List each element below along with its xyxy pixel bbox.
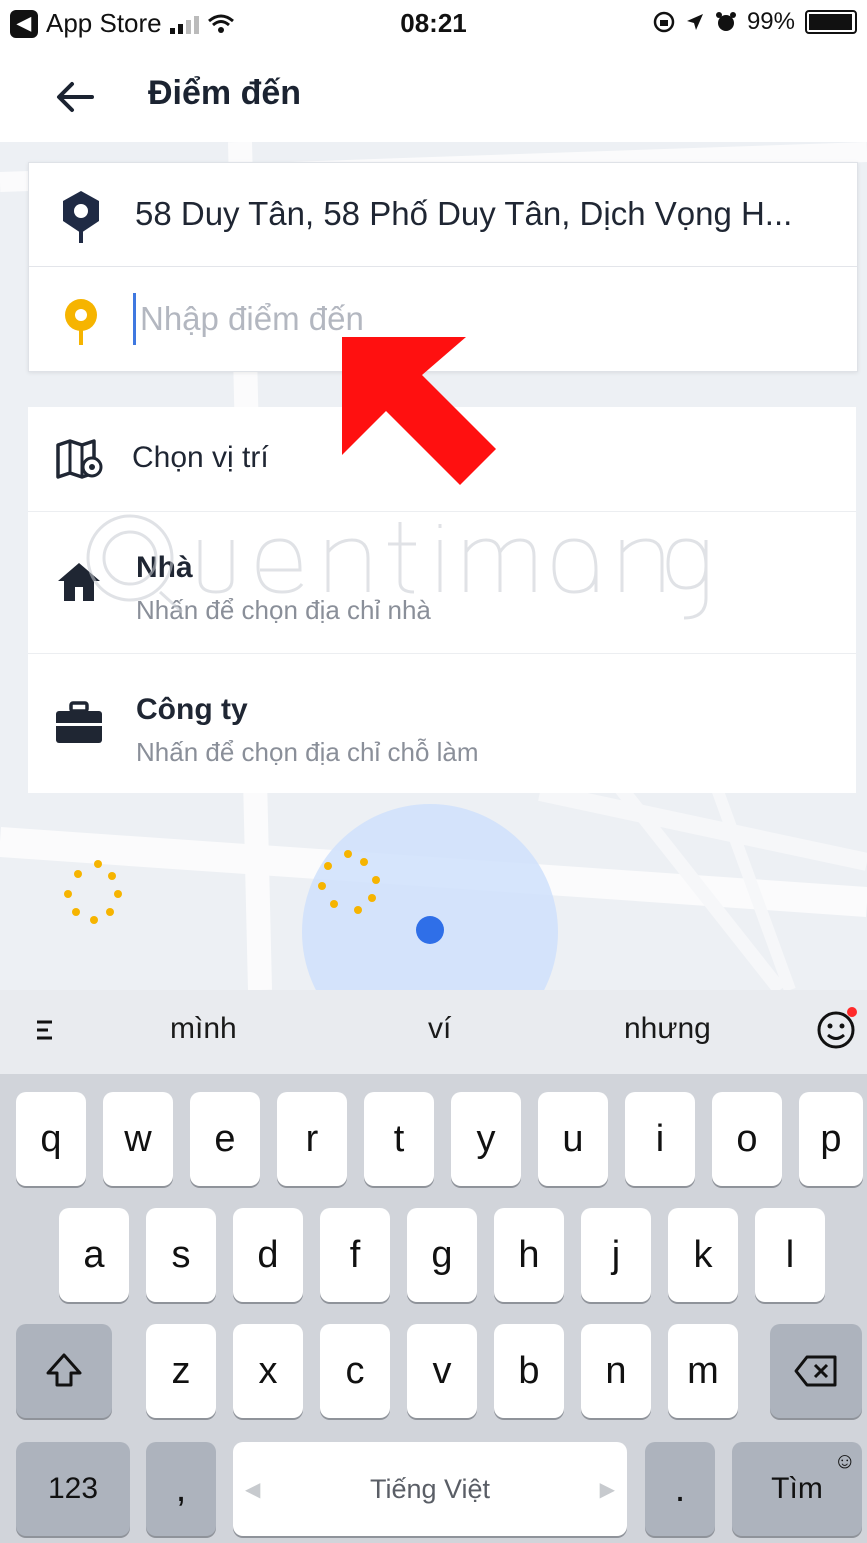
keyboard: mình ví nhưng q w e r t y u i o p a s d …	[0, 990, 867, 1543]
suggestion-bar: mình ví nhưng	[0, 990, 867, 1074]
suggestion-1[interactable]: mình	[170, 1012, 237, 1046]
key-p[interactable]: p	[799, 1092, 863, 1186]
key-a[interactable]: a	[59, 1208, 129, 1302]
status-right: 99%	[653, 8, 857, 36]
shift-key[interactable]	[16, 1324, 112, 1418]
choose-on-map-label: Chọn vị trí	[132, 441, 269, 474]
period-key[interactable]: .	[645, 1442, 715, 1536]
origin-row[interactable]: 58 Duy Tân, 58 Phố Duy Tân, Dịch Vọng H.…	[29, 163, 857, 267]
key-h[interactable]: h	[494, 1208, 564, 1302]
home-item[interactable]: Nhà Nhấn để chọn địa chỉ nhà	[28, 511, 856, 654]
key-y[interactable]: y	[451, 1092, 521, 1186]
current-location-dot	[416, 916, 444, 944]
search-return-key[interactable]: Tìm ☺	[732, 1442, 862, 1536]
emoji-icon[interactable]	[814, 1006, 858, 1050]
key-b[interactable]: b	[494, 1324, 564, 1418]
key-n[interactable]: n	[581, 1324, 651, 1418]
key-w[interactable]: w	[103, 1092, 173, 1186]
space-key[interactable]: ◀ Tiếng Việt ▶	[233, 1442, 627, 1536]
backspace-icon	[794, 1355, 837, 1387]
return-label: Tìm	[771, 1472, 823, 1505]
home-title: Nhà	[136, 551, 193, 584]
work-subtitle: Nhấn để chọn địa chỉ chỗ làm	[136, 737, 479, 767]
key-x[interactable]: x	[233, 1324, 303, 1418]
menu-icon[interactable]	[34, 1016, 62, 1044]
alarm-icon	[715, 12, 736, 31]
key-f[interactable]: f	[320, 1208, 390, 1302]
key-z[interactable]: z	[146, 1324, 216, 1418]
arrow-left-icon[interactable]	[50, 72, 100, 122]
key-v[interactable]: v	[407, 1324, 477, 1418]
key-k[interactable]: k	[668, 1208, 738, 1302]
briefcase-icon	[56, 701, 102, 743]
comma-key[interactable]: ,	[146, 1442, 216, 1536]
key-d[interactable]: d	[233, 1208, 303, 1302]
battery-percent: 99%	[746, 8, 795, 35]
key-c[interactable]: c	[320, 1324, 390, 1418]
key-g[interactable]: g	[407, 1208, 477, 1302]
work-title: Công ty	[136, 693, 248, 726]
key-e[interactable]: e	[190, 1092, 260, 1186]
key-u[interactable]: u	[538, 1092, 608, 1186]
key-i[interactable]: i	[625, 1092, 695, 1186]
home-icon	[58, 563, 100, 601]
home-subtitle: Nhấn để chọn địa chỉ nhà	[136, 595, 431, 625]
key-q[interactable]: q	[16, 1092, 86, 1186]
key-r[interactable]: r	[277, 1092, 347, 1186]
origin-address: 58 Duy Tân, 58 Phố Duy Tân, Dịch Vọng H.…	[135, 195, 793, 232]
red-arrow-annotation	[342, 337, 496, 485]
top-app-bar: Điểm đến	[0, 50, 867, 143]
suggestion-2[interactable]: ví	[428, 1012, 451, 1046]
battery-icon	[805, 10, 857, 34]
key-o[interactable]: o	[712, 1092, 782, 1186]
suggestion-3[interactable]: nhưng	[624, 1012, 711, 1046]
page-title: Điểm đến	[148, 74, 302, 112]
backspace-key[interactable]	[770, 1324, 862, 1418]
key-j[interactable]: j	[581, 1208, 651, 1302]
key-l[interactable]: l	[755, 1208, 825, 1302]
space-right-arrow-icon: ▶	[599, 1478, 615, 1501]
space-left-arrow-icon: ◀	[245, 1478, 261, 1501]
numbers-key[interactable]: 123	[16, 1442, 130, 1536]
key-t[interactable]: t	[364, 1092, 434, 1186]
space-label: Tiếng Việt	[369, 1473, 491, 1504]
map-pin-icon	[56, 439, 103, 479]
emoji-badge-icon: ☺	[833, 1448, 856, 1473]
work-item[interactable]: Công ty Nhấn để chọn địa chỉ chỗ làm	[28, 653, 856, 793]
orientation-lock-icon	[653, 11, 675, 33]
location-arrow-icon	[686, 14, 703, 30]
shift-icon	[46, 1353, 82, 1387]
key-s[interactable]: s	[146, 1208, 216, 1302]
key-m[interactable]: m	[668, 1324, 738, 1418]
destination-pin-icon	[65, 299, 97, 345]
location-pin-icon	[63, 191, 99, 243]
status-bar: ◀ App Store 08:21 99%	[0, 0, 867, 50]
